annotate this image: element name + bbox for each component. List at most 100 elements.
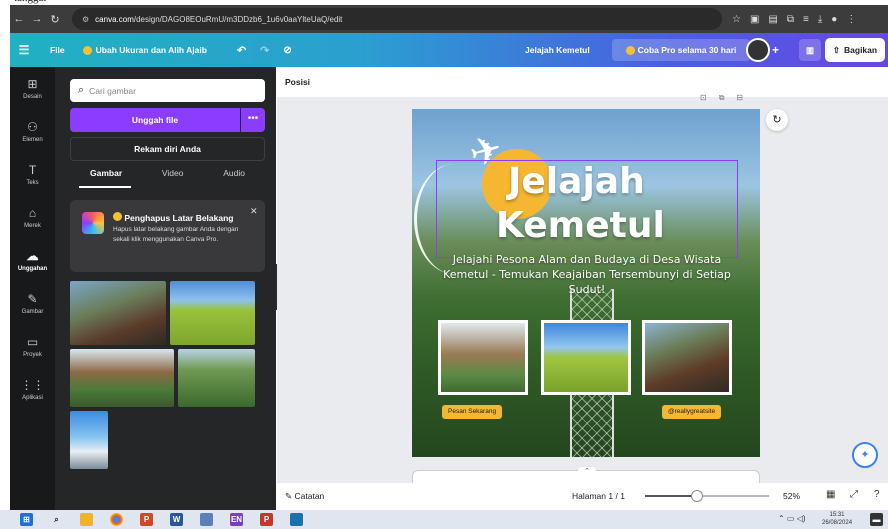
zoom-slider[interactable] — [645, 490, 769, 502]
design-canvas[interactable]: ✈ Jelajah Kemetul Jelajahi Pesona Alam d… — [412, 109, 760, 457]
try-pro-button[interactable]: Coba Pro selama 30 hari — [612, 39, 750, 61]
app-icon-blue[interactable] — [200, 513, 213, 526]
rail-item-brand[interactable]: ⌂ Merek — [10, 196, 55, 239]
chevron-up-icon[interactable]: ⌃ — [578, 467, 596, 479]
notes-icon: ✎ — [285, 491, 293, 501]
address-bar[interactable]: ⚙ canva.com /design/DAGO8EOuRmU/m3DDzb6_… — [72, 8, 722, 30]
tab-audio[interactable]: Audio — [223, 168, 245, 188]
file-explorer-icon[interactable] — [80, 513, 93, 526]
rail-item-design[interactable]: ⊞ Desain — [10, 67, 55, 110]
grid-view-icon[interactable]: ▦ — [826, 489, 835, 500]
reload-icon[interactable]: ↻ — [46, 13, 64, 26]
clock[interactable]: 15:31 26/08/2024 — [822, 511, 852, 527]
rail-item-elements[interactable]: ⚇ Elemen — [10, 110, 55, 153]
background-remover-promo[interactable]: Penghapus Latar Belakang Hapus latar bel… — [70, 200, 265, 272]
active-tab-indicator — [79, 186, 131, 188]
uploaded-image-field-walk[interactable] — [178, 349, 255, 407]
bookmark-star-icon[interactable]: ☆ — [732, 14, 741, 25]
search-icon[interactable]: ⌕ — [50, 513, 63, 526]
rail-item-text[interactable]: T Teks — [10, 153, 55, 196]
download-icon[interactable]: ⤓ — [818, 14, 822, 25]
record-yourself-button[interactable]: Rekam diri Anda — [70, 137, 265, 161]
promo-title: Penghapus Latar Belakang — [113, 212, 234, 223]
design-title[interactable]: Jelajah Kemetul — [525, 45, 590, 55]
media-tabs: Gambar Video Audio — [70, 168, 265, 188]
rail-item-projects[interactable]: ▭ Proyek — [10, 325, 55, 368]
duplicate-icon[interactable]: ⧉ — [719, 93, 725, 103]
rail-item-draw[interactable]: ✎ Gambar — [10, 282, 55, 325]
app-icon-orange[interactable]: P — [140, 513, 153, 526]
reading-list-icon[interactable]: ≡ — [803, 14, 809, 25]
avatar[interactable] — [746, 38, 770, 62]
tab-icon[interactable]: ▤ — [768, 14, 777, 25]
chrome-icon[interactable] — [110, 513, 123, 526]
editor-header: ☰ File Ubah Ukuran dan Alih Ajaib ↶ ↷ ⊘ … — [10, 33, 888, 67]
refresh-icon[interactable]: ↻ — [766, 109, 788, 131]
zoom-slider-handle[interactable] — [691, 490, 704, 502]
url-path: /design/DAGO8EOuRmU/m3DDzb6_1u6v0aaYlteU… — [133, 14, 343, 24]
uploaded-image-gazebo[interactable] — [70, 349, 174, 407]
notification-icon[interactable]: ▬ — [870, 513, 883, 526]
resize-label: Ubah Ukuran dan Alih Ajaib — [95, 45, 207, 55]
back-icon[interactable]: ← — [10, 13, 28, 25]
page-strip[interactable]: ⌃ — [412, 467, 760, 483]
file-menu[interactable]: File — [50, 45, 65, 55]
crown-icon — [625, 45, 635, 55]
forward-icon[interactable]: → — [28, 13, 46, 25]
windows-start-icon[interactable]: ⊞ — [20, 513, 33, 526]
position-button[interactable]: Posisi — [277, 67, 888, 97]
design-photo-gazebo[interactable] — [438, 320, 528, 395]
profile-icon[interactable]: ● — [831, 14, 837, 25]
uploaded-image-rice-field[interactable] — [170, 281, 255, 345]
tab-video[interactable]: Video — [162, 168, 184, 188]
menu-icon[interactable]: ☰ — [10, 43, 38, 57]
cloud-saved-icon[interactable]: ⊘ — [283, 45, 291, 56]
uploaded-image-tower[interactable] — [70, 411, 108, 469]
word-icon[interactable]: W — [170, 513, 183, 526]
website-chip[interactable]: @reallygreatsite — [662, 405, 722, 419]
add-collaborator-button[interactable]: + — [772, 43, 779, 57]
share-icon: ⇧ — [832, 44, 841, 55]
tab-images[interactable]: Gambar — [90, 168, 122, 188]
extension-icon[interactable]: ▣ — [750, 14, 759, 25]
powerpoint-icon[interactable]: P — [260, 513, 273, 526]
system-tray[interactable]: ⌃ ▭ ◁) — [778, 514, 806, 523]
lock-icon[interactable]: ⊡ — [700, 93, 707, 103]
search-input[interactable]: ⌕ Cari gambar — [70, 79, 265, 102]
url-host: canva.com — [95, 14, 134, 24]
share-button[interactable]: ⇧ Bagikan — [825, 38, 885, 62]
site-info-icon[interactable]: ⚙ — [82, 15, 89, 24]
puzzle-icon[interactable]: ⧉ — [787, 14, 794, 25]
zoom-level[interactable]: 52% — [783, 491, 800, 501]
upload-more-button[interactable]: ••• — [241, 108, 265, 132]
rail-item-apps[interactable]: ⋮⋮ Aplikasi — [10, 368, 55, 411]
rail-item-uploads[interactable]: ☁ Unggahan — [10, 239, 55, 282]
redo-icon[interactable]: ↷ — [260, 44, 269, 57]
fullscreen-icon[interactable]: ⤢ — [850, 489, 858, 500]
clock-date: 26/08/2024 — [822, 520, 853, 526]
design-subtitle[interactable]: Jelajahi Pesona Alam dan Budaya di Desa … — [432, 252, 742, 297]
design-photo-dancers[interactable] — [642, 320, 732, 395]
design-photo-rice-field[interactable] — [541, 320, 631, 395]
rail-item-label: Teks — [26, 180, 39, 186]
search-placeholder: Cari gambar — [89, 85, 136, 96]
book-now-button[interactable]: Pesan Sekarang — [442, 405, 503, 419]
uploaded-image-dancers[interactable] — [70, 281, 166, 345]
resize-button[interactable]: Ubah Ukuran dan Alih Ajaib — [82, 45, 207, 55]
undo-icon[interactable]: ↶ — [237, 44, 246, 57]
close-icon[interactable]: ✕ — [250, 206, 258, 217]
app-icon-purple[interactable]: EN — [230, 513, 243, 526]
photos-icon[interactable] — [290, 513, 303, 526]
insights-icon[interactable]: ▥ — [799, 39, 821, 61]
notes-button[interactable]: ✎ Catatan — [285, 491, 324, 502]
page-tools: ⊡ ⧉ ⊟ — [700, 93, 743, 103]
upload-file-button[interactable]: Unggah file — [70, 108, 240, 132]
more-icon[interactable]: ⋮ — [846, 14, 856, 25]
search-icon: ⌕ — [78, 84, 85, 96]
magic-assistant-icon[interactable]: ✦ — [852, 442, 878, 468]
help-icon[interactable]: ? — [874, 489, 880, 500]
layout-icon: ⊞ — [27, 77, 38, 91]
page-counter[interactable]: Halaman 1 / 1 — [572, 491, 625, 501]
add-page-icon[interactable]: ⊟ — [736, 93, 743, 103]
try-pro-label: Coba Pro selama 30 hari — [637, 45, 737, 55]
